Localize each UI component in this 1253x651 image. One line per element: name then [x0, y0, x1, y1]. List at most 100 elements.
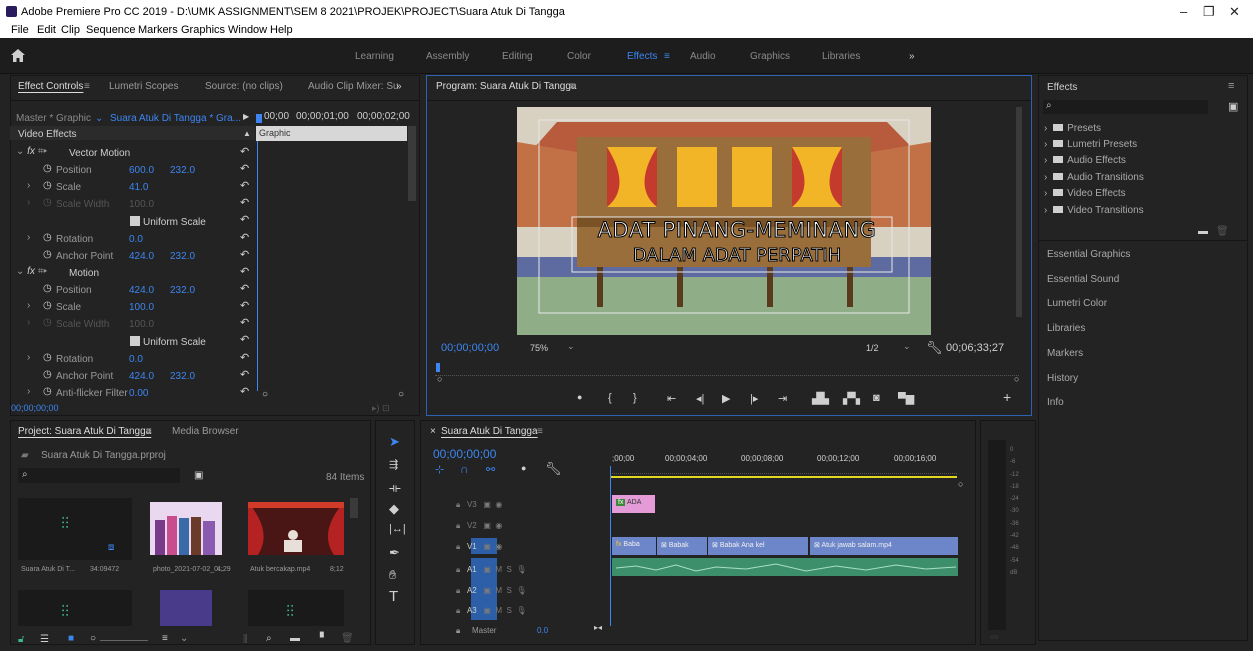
menu-sequence[interactable]: Sequence	[86, 24, 136, 36]
sort-icon[interactable]: ≡	[162, 633, 168, 644]
project-item-thumb[interactable]	[160, 590, 212, 626]
lock-icon[interactable]: 🔓︎	[18, 634, 24, 645]
project-search-input[interactable]: ⌕	[18, 468, 180, 483]
vm-scale-value[interactable]: 41.0	[129, 182, 148, 198]
monitor-scrollbar[interactable]	[1016, 107, 1022, 317]
new-bin-icon[interactable]: ▬	[1198, 226, 1208, 237]
go-to-end-icon[interactable]: ▸◂	[594, 623, 602, 632]
program-playhead[interactable]	[436, 363, 440, 372]
sync-lock-icon[interactable]: ▣	[483, 500, 491, 509]
menu-graphics[interactable]: Graphics	[181, 24, 225, 36]
mark-out-icon[interactable]: }	[633, 392, 637, 404]
panel-menu-icon[interactable]: ≡	[537, 426, 543, 437]
clip-v1-babak[interactable]: ⊠ Babak	[657, 537, 707, 555]
stopwatch-icon[interactable]: ◷	[43, 180, 52, 196]
project-item-thumb[interactable]: ⫶⫶	[18, 590, 132, 626]
go-to-out-icon[interactable]: ⇥	[778, 392, 787, 405]
title-overlay-line2[interactable]: DALAM ADAT PERPATIH	[557, 245, 917, 267]
stopwatch-icon[interactable]: ◷	[43, 249, 52, 265]
extract-icon[interactable]: ▞▚	[843, 392, 860, 405]
menu-edit[interactable]: Edit	[37, 24, 56, 36]
clip-v3-ada[interactable]: fx ADA	[612, 495, 655, 513]
stopwatch-icon[interactable]: ◷	[43, 232, 52, 248]
thumbnail-zoom-slider[interactable]	[100, 640, 148, 641]
title-overlay-line1[interactable]: ADAT PINANG-MEMINANG	[557, 218, 917, 243]
zoom-handle-icon[interactable]: ○	[437, 374, 442, 384]
stopwatch-icon[interactable]: ◷	[43, 369, 52, 385]
zoom-handle-icon[interactable]: ○	[958, 479, 963, 489]
eye-icon[interactable]: ◉	[495, 521, 502, 530]
automate-icon[interactable]: ⫼	[243, 634, 248, 645]
ec-timecode[interactable]: 00;00;00;00	[11, 403, 59, 419]
m-anchor-y[interactable]: 232.0	[170, 371, 195, 387]
section-info[interactable]: Info	[1047, 397, 1064, 408]
mic-icon[interactable]: 🎙︎	[516, 586, 526, 595]
section-essential-sound[interactable]: Essential Sound	[1047, 274, 1119, 285]
new-bin-icon[interactable]: ▬	[290, 633, 300, 644]
timeline-ruler[interactable]	[610, 466, 957, 474]
stopwatch-icon[interactable]: ◷	[43, 283, 52, 299]
expand-icon[interactable]: ›	[27, 386, 30, 402]
tab-media-browser[interactable]: Media Browser	[172, 426, 239, 437]
m-rotation-value[interactable]: 0.0	[129, 354, 143, 370]
ec-playhead[interactable]	[256, 114, 262, 123]
project-item-video-thumb[interactable]	[248, 502, 344, 555]
panel-overflow-button[interactable]: »	[396, 81, 402, 92]
lock-icon[interactable]: 🔒︎	[456, 626, 460, 636]
menu-window[interactable]: Window	[228, 24, 267, 36]
trash-icon[interactable]: 🗑︎	[341, 633, 354, 644]
program-video-frame[interactable]: ADAT PINANG-MEMINANG DALAM ADAT PERPATIH	[517, 107, 931, 335]
workspace-learning[interactable]: Learning	[355, 51, 394, 62]
reset-icon[interactable]: ↶	[240, 282, 249, 295]
project-item-photo-thumb[interactable]	[150, 502, 222, 555]
pen-tool-icon[interactable]: ✒︎	[389, 545, 400, 561]
razor-tool-icon[interactable]: ◆	[389, 501, 399, 517]
m-position-y[interactable]: 232.0	[170, 285, 195, 301]
zoom-handle-icon[interactable]: ○	[1014, 374, 1019, 384]
expand-icon[interactable]: ›	[27, 352, 30, 368]
effects-item-video-transitions[interactable]: › Video Transitions	[1044, 205, 1144, 216]
reset-icon[interactable]: ↶	[240, 368, 249, 381]
section-lumetri-color[interactable]: Lumetri Color	[1047, 298, 1107, 309]
project-item-thumb[interactable]: ⫶⫶	[248, 590, 344, 626]
ec-scrollbar[interactable]	[408, 126, 416, 201]
lock-icon[interactable]: 🔒︎	[456, 606, 460, 615]
sync-lock-icon[interactable]: ▣	[483, 565, 491, 574]
slip-tool-icon[interactable]: |↔|	[389, 523, 406, 535]
home-icon[interactable]	[11, 49, 25, 62]
effects-item-video-effects[interactable]: › Video Effects	[1044, 188, 1126, 199]
mic-icon[interactable]: 🎙︎	[516, 565, 526, 574]
track-a1-header[interactable]: 🔒︎ A1 ▣ M S 🎙︎	[456, 565, 526, 575]
vector-motion-expand[interactable]: ⌄ fx ⌗▸	[16, 146, 47, 162]
expand-icon[interactable]: ›	[27, 232, 30, 248]
close-button[interactable]: ✕	[1229, 4, 1240, 20]
vm-anchor-x[interactable]: 424.0	[129, 251, 154, 267]
section-history[interactable]: History	[1047, 373, 1078, 384]
project-item-sequence-thumb[interactable]: ⫶⫶ ⧈	[18, 498, 132, 560]
track-a2-header[interactable]: 🔒︎ A2 ▣ M S 🎙︎	[456, 586, 526, 596]
timeline-sequence-tab[interactable]: Suara Atuk Di Tangga	[441, 426, 538, 437]
zoom-level-select[interactable]: 75%	[530, 343, 548, 353]
icon-view-icon[interactable]: ■	[68, 633, 74, 644]
selection-tool-icon[interactable]: ➤	[389, 434, 400, 450]
vm-position-x[interactable]: 600.0	[129, 165, 154, 181]
reset-icon[interactable]: ↶	[240, 145, 249, 158]
trash-icon[interactable]: 🗑︎	[1216, 226, 1229, 237]
new-bin-from-search-icon[interactable]: ▣	[194, 470, 203, 481]
sync-lock-icon[interactable]: ▣	[483, 521, 491, 530]
reset-icon[interactable]: ↶	[240, 248, 249, 261]
m-scale-value[interactable]: 100.0	[129, 302, 154, 318]
workspace-assembly[interactable]: Assembly	[426, 51, 469, 62]
program-monitor-title[interactable]: Program: Suara Atuk Di Tangga	[436, 81, 576, 92]
play-icon[interactable]: ▶	[722, 392, 730, 405]
panel-menu-icon[interactable]: ≡	[146, 426, 152, 437]
add-marker-icon[interactable]: ●	[577, 392, 582, 402]
resolution-select[interactable]: 1/2	[866, 343, 879, 353]
workspace-libraries[interactable]: Libraries	[822, 51, 860, 62]
workspace-audio[interactable]: Audio	[690, 51, 716, 62]
lock-icon[interactable]: 🔒︎	[456, 586, 460, 595]
reset-icon[interactable]: ↶	[240, 265, 249, 278]
panel-menu-icon[interactable]: ≡	[84, 81, 90, 92]
new-preset-bin-icon[interactable]: ▣	[1228, 100, 1238, 113]
clip-a1-audio[interactable]	[612, 558, 958, 576]
